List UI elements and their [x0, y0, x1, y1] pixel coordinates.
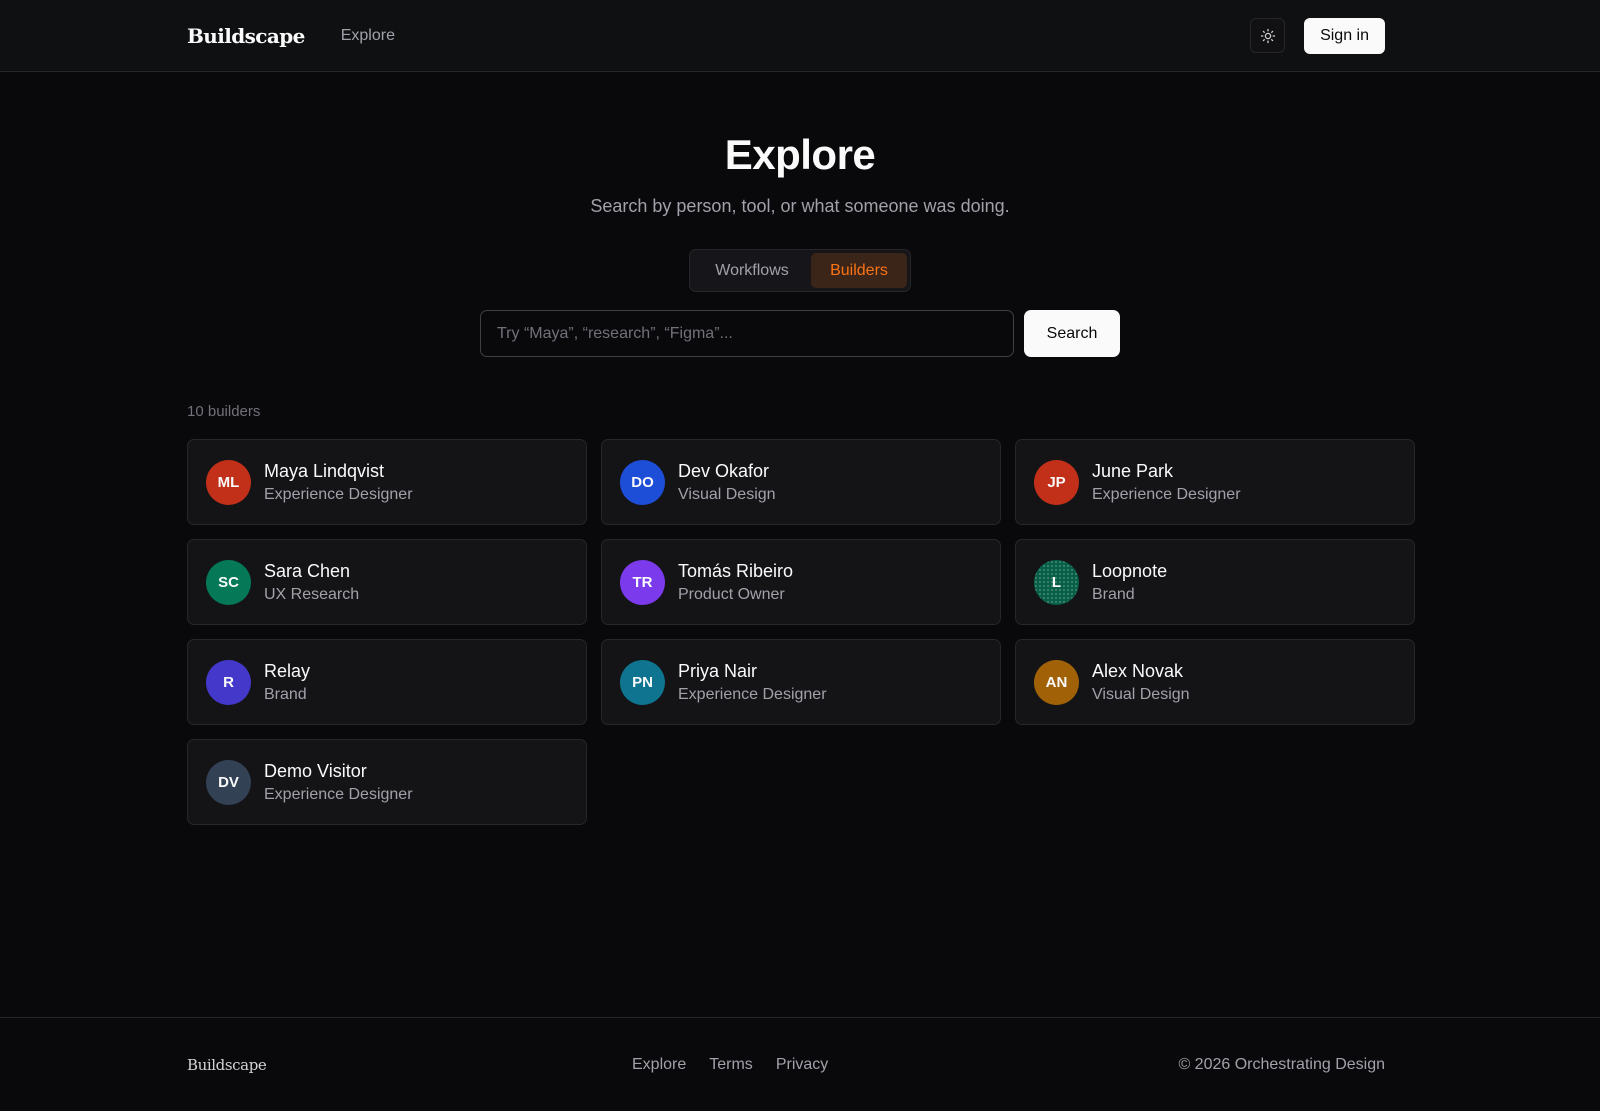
builder-info: Tomás Ribeiro Product Owner: [678, 560, 793, 604]
footer-link-privacy[interactable]: Privacy: [776, 1056, 828, 1074]
builder-info: Sara Chen UX Research: [264, 560, 359, 604]
builder-name: Demo Visitor: [264, 761, 367, 781]
builder-name: Priya Nair: [678, 661, 758, 681]
builder-info: Priya Nair Experience Designer: [678, 660, 827, 704]
builder-card[interactable]: DO Dev Okafor Visual Design: [601, 439, 1001, 525]
avatar: ML: [206, 459, 251, 505]
builder-name: June Park: [1092, 461, 1174, 481]
builder-role: Experience Designer: [678, 686, 827, 703]
results-section: 10 builders ML Maya Lindqvist Experience D…: [0, 403, 1600, 825]
sign-in-button[interactable]: Sign in: [1304, 17, 1385, 54]
footer-link-explore[interactable]: Explore: [632, 1056, 686, 1074]
footer-copyright: © 2026 Orchestrating Design: [1178, 1055, 1385, 1073]
avatar: SC: [206, 559, 251, 605]
footer-links: Explore Terms Privacy: [632, 1056, 828, 1074]
avatar: DO: [620, 459, 665, 505]
builder-info: Dev Okafor Visual Design: [678, 460, 776, 504]
nav-explore-link[interactable]: Explore: [341, 27, 395, 45]
builder-card[interactable]: JP June Park Experience Designer: [1015, 439, 1415, 525]
builder-role: Experience Designer: [1092, 486, 1241, 503]
builder-role: UX Research: [264, 586, 360, 603]
page-subtitle: Search by person, tool, or what someone …: [590, 196, 1010, 216]
builder-info: Loopnote Brand: [1092, 560, 1167, 604]
builder-name: Alex Novak: [1092, 661, 1184, 681]
builder-role: Experience Designer: [264, 486, 413, 503]
theme-toggle-button[interactable]: [1250, 18, 1286, 53]
brand-logo[interactable]: Buildscape: [187, 24, 305, 48]
builder-name: Tomás Ribeiro: [678, 561, 794, 581]
builder-role: Product Owner: [678, 586, 785, 603]
builder-name: Sara Chen: [264, 561, 351, 581]
footer: Buildscape Explore Terms Privacy © 2026 …: [0, 1017, 1600, 1111]
view-toggle: Workflows Builders: [689, 249, 911, 292]
builder-name: Relay: [264, 661, 311, 681]
avatar: R: [206, 659, 251, 705]
builder-card[interactable]: DV Demo Visitor Experience Designer: [187, 739, 587, 825]
builder-card[interactable]: AN Alex Novak Visual Design: [1015, 639, 1415, 725]
builder-role: Experience Designer: [264, 786, 413, 803]
builder-info: Alex Novak Visual Design: [1092, 660, 1190, 704]
builder-role: Visual Design: [1092, 686, 1190, 703]
avatar: L: [1034, 559, 1079, 605]
results-count: 10 builders: [187, 403, 261, 420]
hero-section: Explore Search by person, tool, or what …: [0, 134, 1600, 357]
avatar: PN: [620, 659, 665, 705]
toggle-builders[interactable]: Builders: [811, 253, 907, 288]
page-title: Explore: [724, 131, 876, 178]
builder-card[interactable]: L Loopnote Brand: [1015, 539, 1415, 625]
search-button[interactable]: Search: [1024, 310, 1120, 357]
builder-name: Maya Lindqvist: [264, 461, 385, 481]
footer-link-terms[interactable]: Terms: [709, 1056, 753, 1074]
sun-icon: [1260, 28, 1275, 43]
builder-grid: ML Maya Lindqvist Experience Designer DO Dev…: [187, 439, 1415, 825]
avatar: TR: [620, 559, 665, 605]
search-bar: Search: [0, 310, 1600, 357]
builder-info: June Park Experience Designer: [1092, 460, 1241, 504]
builder-card[interactable]: ML Maya Lindqvist Experience Designer: [187, 439, 587, 525]
builder-name: Loopnote: [1092, 561, 1168, 581]
footer-brand[interactable]: Buildscape: [187, 1056, 267, 1074]
avatar: DV: [206, 759, 251, 805]
toggle-workflows[interactable]: Workflows: [693, 253, 811, 288]
avatar: JP: [1034, 459, 1079, 505]
builder-card[interactable]: R Relay Brand: [187, 639, 587, 725]
builder-info: Maya Lindqvist Experience Designer: [264, 460, 413, 504]
header-actions: Sign in: [1250, 17, 1385, 54]
search-input[interactable]: [480, 310, 1014, 357]
builder-card[interactable]: SC Sara Chen UX Research: [187, 539, 587, 625]
builder-role: Visual Design: [678, 486, 776, 503]
top-nav-bar: Buildscape Explore Sign in: [0, 0, 1600, 72]
builder-info: Relay Brand: [264, 660, 310, 704]
builder-name: Dev Okafor: [678, 461, 770, 481]
builder-role: Brand: [264, 686, 307, 703]
builder-info: Demo Visitor Experience Designer: [264, 760, 413, 804]
avatar: AN: [1034, 659, 1079, 705]
builder-card[interactable]: TR Tomás Ribeiro Product Owner: [601, 539, 1001, 625]
builder-role: Brand: [1092, 586, 1135, 603]
builder-card[interactable]: PN Priya Nair Experience Designer: [601, 639, 1001, 725]
